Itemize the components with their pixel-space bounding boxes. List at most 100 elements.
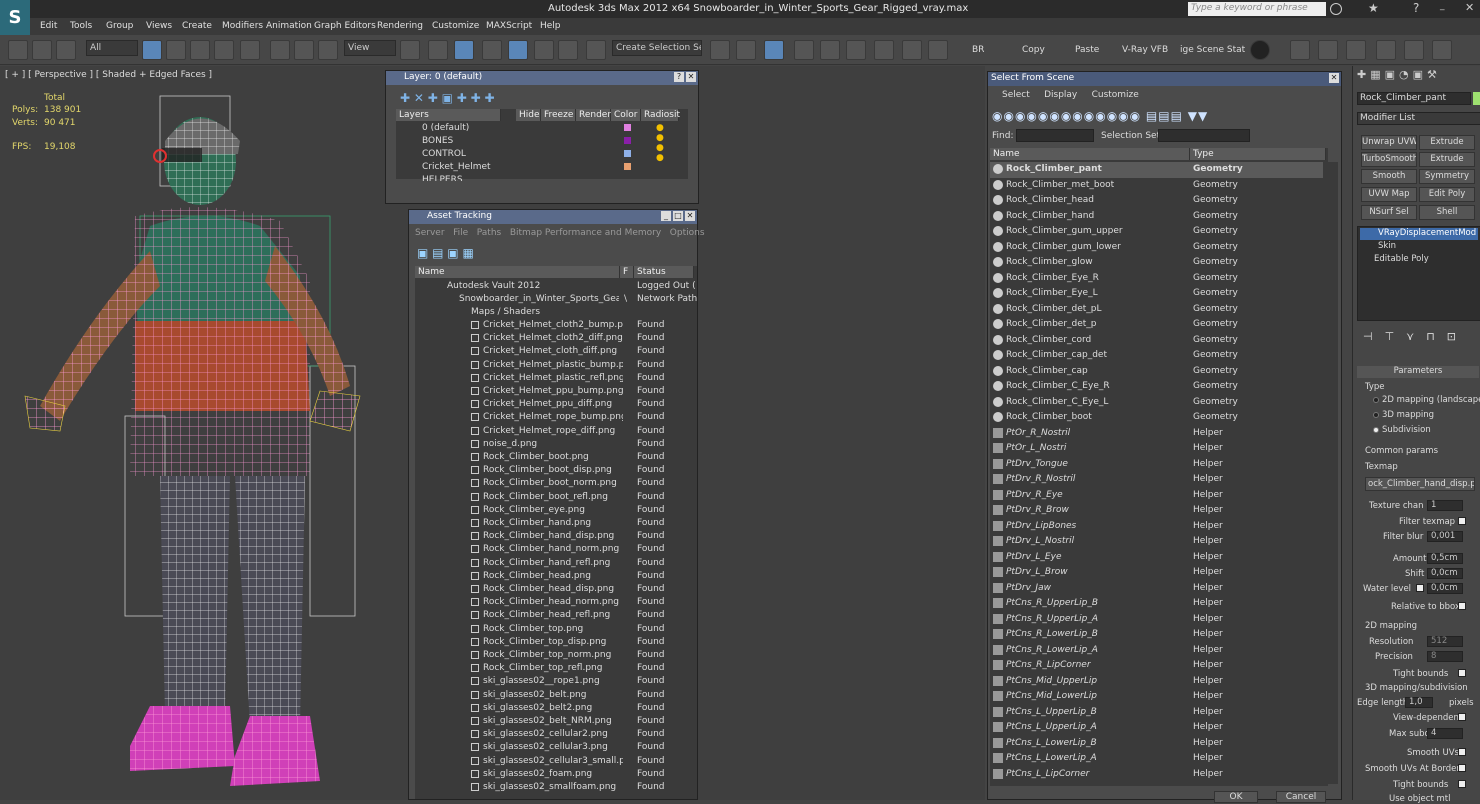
br-label[interactable]: BR [972, 45, 984, 55]
layers-col-header[interactable]: Layers [396, 109, 501, 121]
asset-menu-paths[interactable]: Paths [477, 228, 501, 238]
close-icon[interactable]: ✕ [1329, 73, 1339, 83]
asset-panel-title[interactable]: Asset Tracking _ □ ✕ [409, 210, 697, 224]
layer-row-helpers[interactable]: HELPERS [422, 175, 463, 181]
asset-item[interactable]: ski_glasses02_smallfoam.png [483, 782, 623, 792]
minimize-icon[interactable]: _ [661, 211, 671, 221]
scene-row[interactable]: PtCns_L_UpperLip_A Helper [990, 720, 1323, 736]
smooth-button[interactable]: Smooth [1361, 169, 1417, 184]
schematic-view-icon[interactable] [846, 40, 866, 60]
script-icon-3[interactable] [1346, 40, 1366, 60]
scene-row[interactable]: PtCns_L_LowerLip_B Helper [990, 736, 1323, 752]
scene-row[interactable]: PtOr_R_Nostril Helper [990, 426, 1323, 442]
asset-item[interactable]: ski_glasses02_cellular2.png [483, 729, 623, 739]
edit-poly-button[interactable]: Edit Poly [1419, 187, 1475, 202]
amount-spinner[interactable]: 0,5cm [1427, 553, 1463, 564]
close-icon[interactable]: ✕ [685, 211, 695, 221]
scene-row[interactable]: Rock_Climber_det_pL Geometry [990, 302, 1323, 318]
scene-row[interactable]: PtCns_R_UpperLip_A Helper [990, 612, 1323, 628]
tight-bounds-2-checkbox[interactable] [1458, 780, 1466, 788]
ok-button[interactable]: OK [1214, 791, 1258, 803]
binoculars-icon[interactable] [1330, 3, 1342, 15]
asset-item[interactable]: Rock_Climber_boot_refl.png [483, 492, 623, 502]
relative-bbox-checkbox[interactable] [1458, 602, 1466, 610]
scene-row[interactable]: PtCns_R_LowerLip_A Helper [990, 643, 1323, 659]
scene-menu-display[interactable]: Display [1044, 90, 1077, 100]
paste-button[interactable]: Paste [1075, 45, 1099, 55]
menu-edit[interactable]: Edit [40, 21, 57, 31]
star-icon[interactable]: ★ [1368, 1, 1379, 15]
asset-menu-bitmap[interactable]: Bitmap Performance and Memory [510, 228, 661, 238]
symmetry-button[interactable]: Symmetry [1419, 169, 1475, 184]
bind-spacewarp-icon[interactable] [56, 40, 76, 60]
scene-filter-icons[interactable]: ◉◉◉◉◉◉◉◉◉◉◉◉◉ ▤▤▤ ▼▼ [992, 109, 1208, 123]
asset-item[interactable]: Rock_Climber_head_refl.png [483, 610, 623, 620]
menu-rendering[interactable]: Rendering [377, 21, 423, 31]
max-subdivs-spinner[interactable]: 4 [1427, 728, 1463, 739]
stack-item-editable-poly[interactable]: Editable Poly [1374, 254, 1429, 264]
keyboard-shortcut-icon[interactable] [454, 40, 474, 60]
scene-row[interactable]: Rock_Climber_hand Geometry [990, 209, 1323, 225]
maps-group-item[interactable]: Maps / Shaders [471, 307, 540, 317]
scene-row[interactable]: PtCns_R_LipCorner Helper [990, 658, 1323, 674]
render-setup-icon[interactable] [902, 40, 922, 60]
scene-row[interactable]: Rock_Climber_gum_upper Geometry [990, 224, 1323, 240]
color-col-header[interactable]: Color [611, 109, 641, 121]
layer-color-swatch[interactable] [624, 137, 631, 144]
rotate-icon[interactable] [294, 40, 314, 60]
asset-item[interactable]: Cricket_Helmet_plastic_bump.png [483, 360, 623, 370]
create-selection-set-dropdown[interactable]: Create Selection Se [612, 40, 702, 56]
asset-toolbar-icons[interactable]: ▣ ▤ ▣ ▦ [417, 246, 474, 260]
asset-item[interactable]: Cricket_Helmet_ppu_bump.png [483, 386, 623, 396]
asset-item[interactable]: Cricket_Helmet_rope_diff.png [483, 426, 623, 436]
asset-item[interactable]: Rock_Climber_head_norm.png [483, 597, 623, 607]
asset-item[interactable]: Cricket_Helmet_cloth_diff.png [483, 346, 623, 356]
close-icon[interactable]: ✕ [1465, 1, 1474, 14]
radiosity-icons[interactable]: ● ● ● ● [656, 123, 664, 163]
scene-row[interactable]: Rock_Climber_C_Eye_L Geometry [990, 395, 1323, 411]
command-tabs-icons[interactable]: ✚▦▣◔▣⚒ [1357, 68, 1441, 81]
ref-coord-dropdown[interactable]: View [344, 40, 396, 56]
asset-item[interactable]: ski_glasses02_belt.png [483, 690, 623, 700]
asset-item[interactable]: Rock_Climber_hand_norm.png [483, 544, 623, 554]
asset-item[interactable]: Rock_Climber_hand.png [483, 518, 623, 528]
pivot-icon[interactable] [400, 40, 420, 60]
asset-item[interactable]: Rock_Climber_boot_disp.png [483, 465, 623, 475]
extrude-button-2[interactable]: Extrude [1419, 152, 1475, 167]
asset-item[interactable]: noise_d.png [483, 439, 623, 449]
rect-selection-icon[interactable] [190, 40, 210, 60]
scene-row[interactable]: Rock_Climber_cap Geometry [990, 364, 1323, 380]
scene-row[interactable]: Rock_Climber_head Geometry [990, 193, 1323, 209]
scene-file-item[interactable]: Snowboarder_in_Winter_Sports_Gear_... [459, 294, 619, 304]
script-icon-2[interactable] [1318, 40, 1338, 60]
script-icon-6[interactable] [1432, 40, 1452, 60]
asset-item[interactable]: ski_glasses02_belt2.png [483, 703, 623, 713]
scene-row[interactable]: PtDrv_Tongue Helper [990, 457, 1323, 473]
menu-customize[interactable]: Customize [432, 21, 479, 31]
scene-menu-customize[interactable]: Customize [1092, 90, 1139, 100]
asset-item[interactable]: Rock_Climber_top.png [483, 624, 623, 634]
layer-color-swatch[interactable] [624, 124, 631, 131]
asset-menu-options[interactable]: Options [670, 228, 705, 238]
menu-views[interactable]: Views [146, 21, 172, 31]
asset-item[interactable]: Rock_Climber_hand_disp.png [483, 531, 623, 541]
cancel-button[interactable]: Cancel [1276, 791, 1326, 803]
filter-blur-spinner[interactable]: 0,001 [1427, 531, 1463, 542]
water-level-checkbox[interactable] [1416, 584, 1424, 592]
unlink-icon[interactable] [32, 40, 52, 60]
scene-type-col-header[interactable]: Type [1190, 148, 1326, 160]
scene-row[interactable]: PtDrv_R_Brow Helper [990, 503, 1323, 519]
scene-row[interactable]: Rock_Climber_glow Geometry [990, 255, 1323, 271]
copy-button[interactable]: Copy [1022, 45, 1045, 55]
unwrap-uvw-button[interactable]: Unwrap UVW [1361, 135, 1417, 150]
asset-item[interactable]: Cricket_Helmet_rope_bump.png [483, 412, 623, 422]
app-logo[interactable]: S [0, 0, 30, 35]
layer-row-cricket-helmet[interactable]: Cricket_Helmet [422, 162, 491, 172]
asset-item[interactable]: Cricket_Helmet_cloth2_bump.png [483, 320, 623, 330]
extrude-button[interactable]: Extrude [1419, 135, 1475, 150]
vault-root-item[interactable]: Autodesk Vault 2012 [447, 281, 540, 291]
close-icon[interactable]: ✕ [686, 72, 696, 82]
align-icon[interactable] [736, 40, 756, 60]
scene-scrollbar[interactable] [1326, 162, 1338, 784]
precision-spinner[interactable]: 8 [1427, 651, 1463, 662]
